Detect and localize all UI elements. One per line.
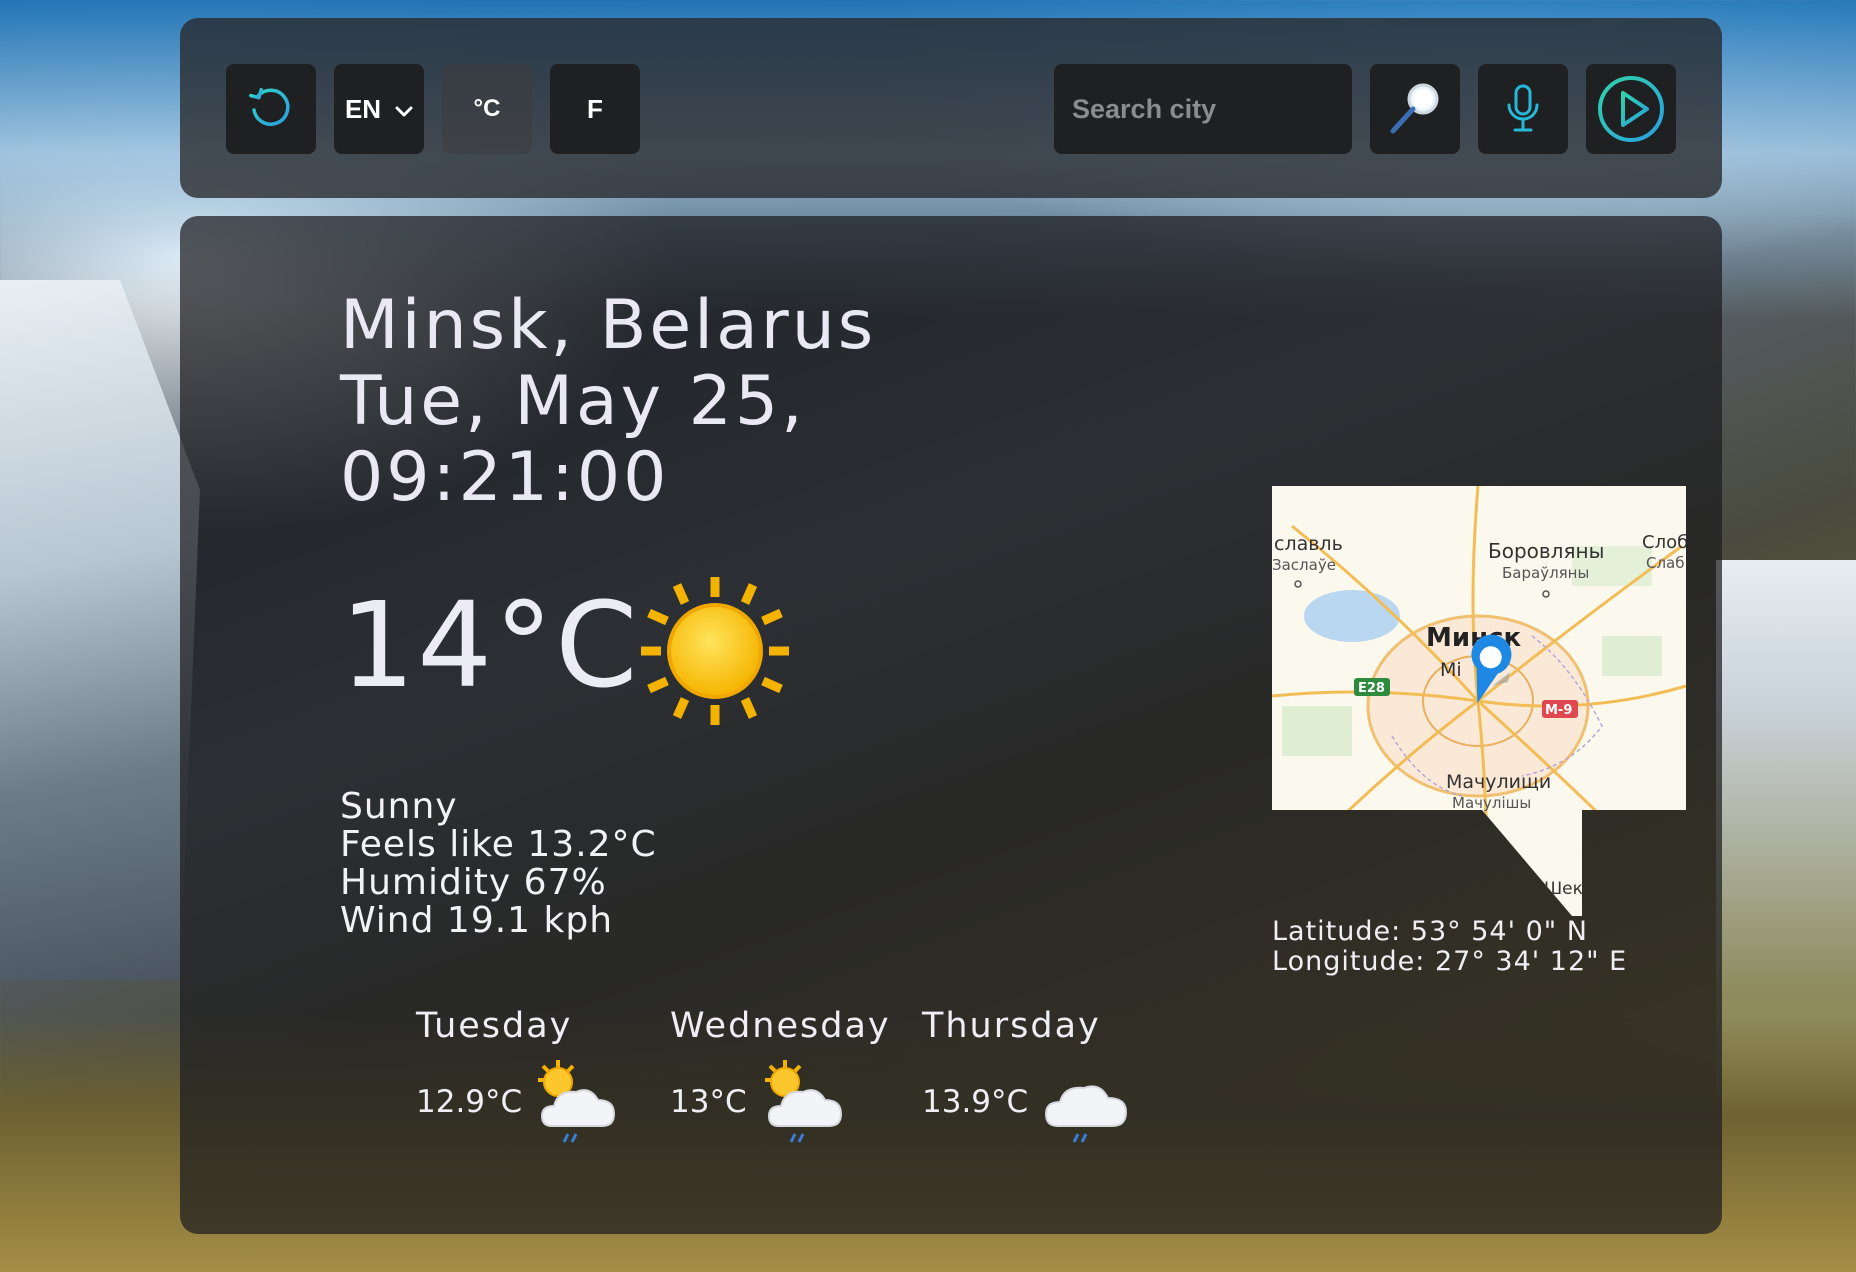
play-icon: [1598, 76, 1664, 142]
map-label: славль: [1274, 533, 1343, 555]
forecast-temp-1: 12.9°C: [416, 1084, 523, 1120]
forecast-day-3: Thursday: [922, 1006, 1101, 1046]
longitude: Longitude: 27° 34' 12" E: [1272, 946, 1628, 977]
control-bar: EN °C F: [180, 18, 1722, 198]
road-badge: E28: [1358, 681, 1385, 696]
lake: [1304, 590, 1400, 642]
map-label: Слаб: [1646, 554, 1685, 572]
feels-like: Feels like 13.2°C: [340, 824, 657, 865]
location-map[interactable]: славль Заслаўе Боровляны Бараўляны Слоб …: [1272, 486, 1686, 916]
map-label: Мачулішы: [1452, 794, 1531, 812]
map-label: Заслаўе: [1272, 556, 1336, 574]
sun-cloud-rain-icon: [538, 1060, 616, 1143]
search-icon: [1390, 83, 1439, 134]
language-label: EN: [344, 93, 382, 124]
refresh-icon: [249, 87, 290, 126]
map-label: Мачулищи: [1446, 771, 1551, 793]
search-button[interactable]: [1370, 64, 1460, 154]
forecast-day-1: Tuesday: [416, 1006, 573, 1046]
search-input[interactable]: [1054, 64, 1352, 154]
current-temperature: 14°C: [340, 576, 640, 714]
forecast-day-2: Wednesday: [670, 1006, 891, 1046]
latitude: Latitude: 53° 54' 0" N: [1272, 916, 1588, 947]
chevron-down-icon: [395, 94, 413, 125]
forecast-temp-2: 13°C: [670, 1084, 747, 1120]
road-badge: M-9: [1545, 703, 1572, 718]
sun-icon: [641, 577, 789, 725]
map-label: Боровляны: [1488, 539, 1604, 563]
forecast-temp-3: 13.9°C: [922, 1084, 1029, 1120]
celsius-label: °C: [473, 95, 501, 122]
fahrenheit-button[interactable]: F: [550, 64, 640, 154]
background-mountain-left: [0, 280, 200, 980]
voice-search-button[interactable]: [1478, 64, 1568, 154]
play-forecast-button[interactable]: [1586, 64, 1676, 154]
map-label: Шеко: [1544, 879, 1593, 899]
language-select[interactable]: EN: [334, 64, 424, 154]
cloud-rain-icon: [1044, 1085, 1128, 1143]
weather-panel: Minsk, Belarus Tue, May 25, 09:21:00 14°…: [180, 216, 1722, 1234]
wind-speed: Wind 19.1 kph: [340, 900, 614, 941]
map-label: Мі: [1440, 659, 1462, 681]
city-name: Minsk, Belarus: [340, 286, 877, 365]
current-time: 09:21:00: [340, 438, 670, 517]
sun-cloud-rain-icon: [765, 1060, 843, 1143]
weather-description: Sunny: [340, 786, 458, 827]
humidity: Humidity 67%: [340, 862, 607, 903]
refresh-background-button[interactable]: [226, 64, 316, 154]
current-date: Tue, May 25,: [340, 362, 806, 441]
map-label: Бараўляны: [1502, 564, 1589, 582]
celsius-button[interactable]: °C: [442, 64, 532, 154]
map-label: Слоб: [1642, 532, 1686, 553]
fahrenheit-label: F: [587, 93, 603, 124]
microphone-icon: [1507, 84, 1539, 132]
